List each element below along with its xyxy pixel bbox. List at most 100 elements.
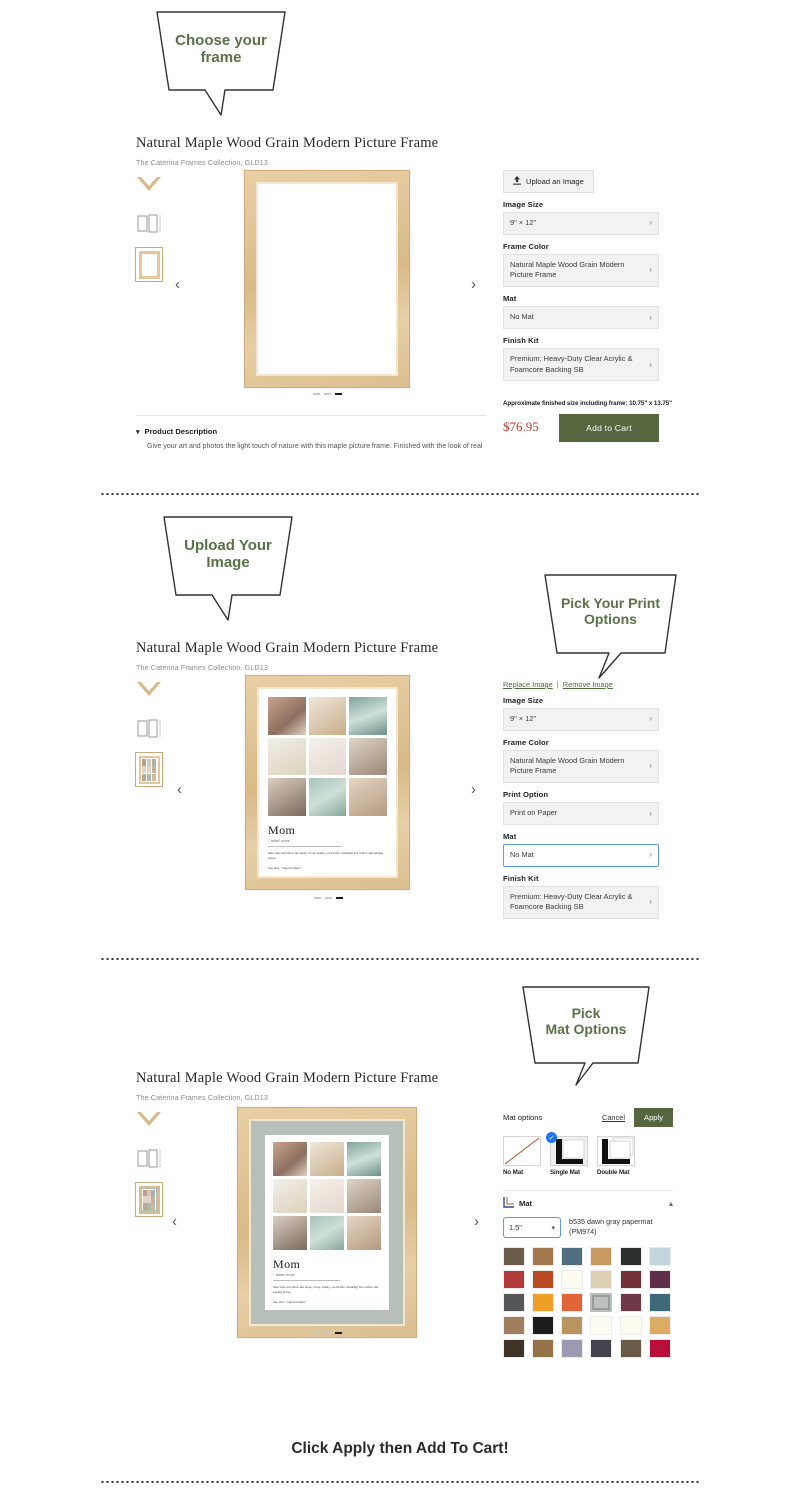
- mat-section-label: Mat: [519, 1199, 533, 1208]
- mat-type-no-mat[interactable]: No Mat: [503, 1136, 541, 1176]
- mat-color-swatch[interactable]: [561, 1316, 584, 1335]
- option-label: Mat: [503, 294, 517, 304]
- carousel-dot[interactable]: [313, 393, 320, 395]
- frame-preview-3[interactable]: Mom /ˈmäm/ noun One who sacrifices her s…: [237, 1107, 417, 1338]
- photo-grid: [273, 1142, 381, 1250]
- image-carousel-dots-1[interactable]: [313, 393, 342, 395]
- next-image-arrow-2[interactable]: ›: [471, 782, 476, 797]
- mat-color-swatch[interactable]: [561, 1293, 584, 1312]
- mat-color-swatch[interactable]: [648, 1339, 671, 1358]
- apply-mat-button[interactable]: Apply: [634, 1108, 673, 1127]
- option-label: Print Option: [503, 790, 549, 800]
- carousel-dot-active[interactable]: [335, 393, 342, 395]
- mat-color-swatch[interactable]: [532, 1316, 555, 1335]
- mat-section-title-group: Mat: [503, 1197, 532, 1210]
- frame-front-thumbnail[interactable]: [135, 1182, 163, 1217]
- mat-color-swatch[interactable]: [648, 1247, 671, 1266]
- add-to-cart-button[interactable]: Add to Cart: [559, 414, 659, 442]
- upload-image-button[interactable]: Upload an Image: [503, 170, 594, 193]
- frame-dimensions-thumbnail[interactable]: [136, 714, 162, 744]
- mat-color-swatch[interactable]: [648, 1316, 671, 1335]
- carousel-dot[interactable]: [313, 1332, 320, 1334]
- mat-color-swatch[interactable]: [590, 1339, 613, 1358]
- carousel-dot[interactable]: [324, 1332, 331, 1334]
- carousel-dot-active[interactable]: [336, 897, 343, 899]
- chevron-right-icon: ›: [649, 312, 652, 322]
- mat-color-swatch[interactable]: [619, 1293, 642, 1312]
- mat-color-swatch[interactable]: [590, 1316, 613, 1335]
- mat-color-swatch[interactable]: [590, 1270, 613, 1289]
- mat-color-swatch[interactable]: [590, 1293, 613, 1312]
- frame-preview-1[interactable]: [244, 170, 410, 388]
- replace-image-link[interactable]: Replace Image: [503, 680, 553, 689]
- image-carousel-dots-2[interactable]: [314, 897, 343, 899]
- next-image-arrow-1[interactable]: ›: [471, 277, 476, 292]
- frame-front-thumbnail[interactable]: [135, 247, 163, 282]
- mat-color-swatch[interactable]: [561, 1247, 584, 1266]
- next-image-arrow-3[interactable]: ›: [474, 1214, 479, 1229]
- mat-color-swatch[interactable]: [503, 1270, 525, 1289]
- mat-color-swatch[interactable]: [532, 1270, 555, 1289]
- mat-color-swatch[interactable]: [648, 1293, 671, 1312]
- frame-bevel-2: Mom /ˈmäm/ noun One who sacrifices her s…: [257, 687, 398, 878]
- mat-section-header[interactable]: Mat ▴: [503, 1190, 673, 1210]
- mat-color-swatch[interactable]: [532, 1293, 555, 1312]
- frame-corner-thumbnail[interactable]: [136, 1105, 162, 1135]
- mat-color-swatch[interactable]: [590, 1247, 613, 1266]
- option-select-image-size[interactable]: 9" × 12" ›: [503, 212, 659, 235]
- carousel-dot[interactable]: [325, 897, 332, 899]
- remove-image-link[interactable]: Remove Image: [563, 680, 613, 689]
- thumbnail-rail-3: [135, 1105, 163, 1217]
- chevron-up-icon[interactable]: ▴: [669, 1199, 673, 1208]
- mat-color-swatch-grid[interactable]: [503, 1247, 673, 1358]
- mat-color-swatch[interactable]: [561, 1270, 584, 1289]
- option-value: 9" × 12": [510, 218, 537, 227]
- frame-front-thumbnail[interactable]: [135, 752, 163, 787]
- prev-image-arrow-1[interactable]: ‹: [175, 277, 180, 292]
- cancel-mat-button[interactable]: Cancel: [602, 1113, 625, 1122]
- option-group-finish-kit: Finish Kit Premium: Heavy-Duty Clear Acr…: [503, 874, 659, 920]
- mat-color-swatch[interactable]: [503, 1247, 525, 1266]
- frame-corner-thumbnail[interactable]: [136, 675, 162, 705]
- option-select-image-size[interactable]: 9" × 12" ›: [503, 708, 659, 731]
- speech-bubble-mat-options: Pick Mat Options: [521, 985, 651, 1090]
- option-select-mat[interactable]: No Mat ›: [503, 306, 659, 329]
- carousel-dot[interactable]: [314, 897, 321, 899]
- option-select-finish-kit[interactable]: Premium: Heavy-Duty Clear Acrylic & Foam…: [503, 347, 659, 382]
- mat-color-swatch[interactable]: [619, 1316, 642, 1335]
- frame-corner-thumbnail[interactable]: [136, 170, 162, 200]
- mat-color-swatch[interactable]: [503, 1316, 525, 1335]
- option-select-print-option[interactable]: Print on Paper ›: [503, 802, 659, 825]
- frame-dimensions-thumbnail[interactable]: [136, 1144, 162, 1174]
- image-carousel-dots-3[interactable]: [313, 1332, 342, 1334]
- mat-type-single-mat[interactable]: ✓ Single Mat: [546, 1132, 588, 1176]
- prev-image-arrow-3[interactable]: ‹: [172, 1214, 177, 1229]
- product-description-toggle[interactable]: ▾ Product Description: [136, 427, 217, 436]
- mat-size-select[interactable]: 1.5" ▾: [503, 1217, 561, 1238]
- frame-preview-2[interactable]: Mom /ˈmäm/ noun One who sacrifices her s…: [245, 675, 410, 890]
- product-subtitle-1: The Caterina Frames Collection, GLD13: [136, 158, 268, 167]
- option-select-mat[interactable]: No Mat ›: [503, 843, 659, 867]
- frame-dimensions-thumbnail[interactable]: [136, 209, 162, 239]
- option-label: Finish Kit: [503, 335, 539, 345]
- option-select-frame-color[interactable]: Natural Maple Wood Grain Modern Picture …: [503, 749, 659, 784]
- mat-color-swatch[interactable]: [619, 1339, 642, 1358]
- chevron-down-icon: ▾: [551, 1224, 555, 1232]
- option-select-finish-kit[interactable]: Premium: Heavy-Duty Clear Acrylic & Foam…: [503, 885, 659, 920]
- prev-image-arrow-2[interactable]: ‹: [177, 782, 182, 797]
- mat-color-swatch[interactable]: [532, 1247, 555, 1266]
- photo-cell: [308, 778, 347, 817]
- carousel-dot-active[interactable]: [335, 1332, 342, 1334]
- mat-type-double-mat[interactable]: Double Mat: [597, 1136, 635, 1176]
- mat-color-swatch[interactable]: [532, 1339, 555, 1358]
- photo-cell: [349, 737, 388, 776]
- mat-color-swatch[interactable]: [648, 1270, 671, 1289]
- mat-color-swatch[interactable]: [503, 1339, 525, 1358]
- option-value: 9" × 12": [510, 714, 537, 723]
- mat-color-swatch[interactable]: [561, 1339, 584, 1358]
- mat-color-swatch[interactable]: [503, 1293, 525, 1312]
- mat-color-swatch[interactable]: [619, 1247, 642, 1266]
- mat-color-swatch[interactable]: [619, 1270, 642, 1289]
- option-select-frame-color[interactable]: Natural Maple Wood Grain Modern Picture …: [503, 253, 659, 288]
- carousel-dot[interactable]: [324, 393, 331, 395]
